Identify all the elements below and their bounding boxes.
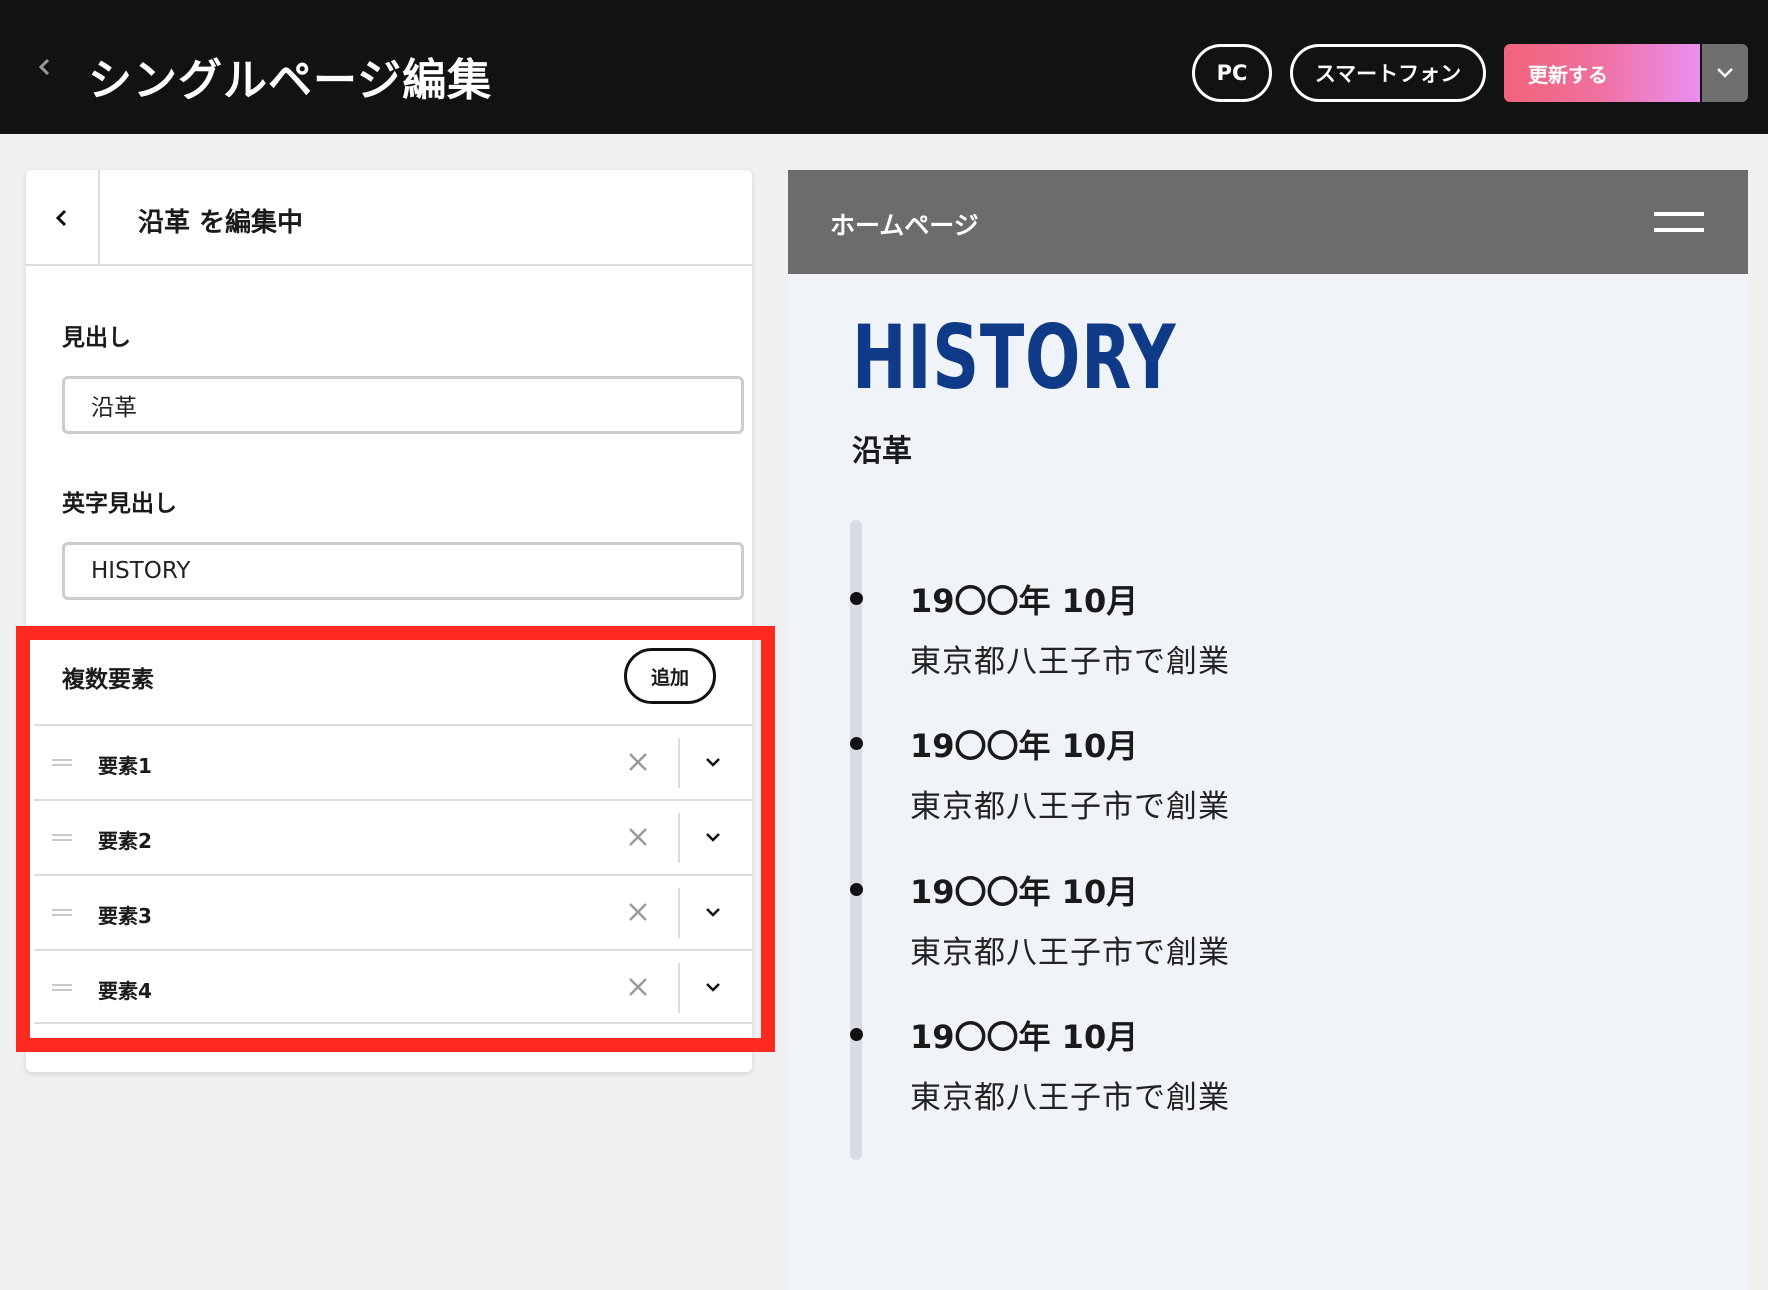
timeline-text: 東京都八王子市で創業 [910, 644, 1230, 680]
timeline-dot [850, 1028, 863, 1041]
expand-button[interactable] [698, 898, 728, 928]
divider [678, 738, 680, 788]
update-options-button[interactable] [1702, 44, 1748, 102]
heading-label: 見出し [62, 325, 131, 351]
chevron-down-icon [706, 983, 720, 992]
element-label: 要素4 [98, 979, 152, 1003]
timeline-date: 19〇〇年 10月 [910, 727, 1139, 765]
divider [678, 888, 680, 938]
page-preview: ホームページ HISTORY 沿革 19〇〇年 10月 東京都八王子市で創業 1… [788, 170, 1748, 1290]
list-item[interactable]: 要素3 [34, 874, 752, 949]
chevron-down-icon [706, 833, 720, 842]
close-icon [629, 978, 647, 996]
view-pc-button[interactable]: PC [1192, 44, 1272, 102]
heading-input[interactable] [62, 376, 744, 434]
list-item[interactable]: 要素2 [34, 799, 752, 874]
preview-heading-en: HISTORY [852, 306, 1177, 409]
panel-header: 沿革 を編集中 [26, 170, 752, 266]
timeline-text: 東京都八王子市で創業 [910, 935, 1230, 971]
chevron-left-icon [38, 58, 50, 76]
timeline-text: 東京都八王子市で創業 [910, 789, 1230, 825]
en-heading-input[interactable] [62, 542, 744, 600]
list-item[interactable]: 要素1 [34, 724, 752, 799]
chevron-down-icon [706, 908, 720, 917]
panel-back-button[interactable] [26, 170, 100, 266]
drag-handle-icon[interactable] [52, 833, 72, 843]
update-button[interactable]: 更新する [1504, 44, 1700, 102]
element-list: 要素1 要素2 要素3 要素4 [34, 724, 752, 1024]
hamburger-menu-icon[interactable] [1654, 212, 1704, 234]
remove-button[interactable] [624, 748, 652, 776]
remove-button[interactable] [624, 823, 652, 851]
chevron-down-icon [706, 758, 720, 767]
element-label: 要素3 [98, 904, 152, 928]
preview-heading-ja: 沿革 [852, 434, 912, 469]
timeline-dot [850, 883, 863, 896]
timeline-date: 19〇〇年 10月 [910, 582, 1139, 620]
remove-button[interactable] [624, 898, 652, 926]
timeline-line [850, 520, 862, 1160]
preview-nav-bar: ホームページ [788, 170, 1748, 274]
list-item[interactable]: 要素4 [34, 949, 752, 1024]
element-label: 要素1 [98, 754, 152, 778]
timeline-date: 19〇〇年 10月 [910, 1018, 1139, 1056]
element-label: 要素2 [98, 829, 152, 853]
expand-button[interactable] [698, 973, 728, 1003]
view-smartphone-button[interactable]: スマートフォン [1290, 44, 1486, 102]
expand-button[interactable] [698, 748, 728, 778]
close-icon [629, 903, 647, 921]
divider [678, 963, 680, 1013]
close-icon [629, 828, 647, 846]
add-element-button[interactable]: 追加 [624, 648, 716, 704]
back-button[interactable] [28, 50, 62, 84]
panel-title: 沿革 を編集中 [138, 208, 304, 238]
chevron-down-icon [1717, 68, 1733, 78]
drag-handle-icon[interactable] [52, 908, 72, 918]
timeline-dot [850, 592, 863, 605]
top-bar: シングルページ編集 PC スマートフォン 更新する [0, 0, 1768, 134]
remove-button[interactable] [624, 973, 652, 1001]
expand-button[interactable] [698, 823, 728, 853]
timeline-dot [850, 737, 863, 750]
multi-element-label: 複数要素 [62, 667, 154, 693]
preview-site-title[interactable]: ホームページ [830, 206, 979, 242]
chevron-left-icon [55, 209, 67, 227]
drag-handle-icon[interactable] [52, 758, 72, 768]
en-heading-label: 英字見出し [62, 491, 177, 517]
timeline-date: 19〇〇年 10月 [910, 873, 1139, 911]
timeline-text: 東京都八王子市で創業 [910, 1080, 1230, 1116]
drag-handle-icon[interactable] [52, 983, 72, 993]
divider [678, 813, 680, 863]
close-icon [629, 753, 647, 771]
edit-panel: 沿革 を編集中 見出し 英字見出し 複数要素 追加 要素1 要 [26, 170, 752, 1072]
page-title: シングルページ編集 [88, 55, 493, 106]
